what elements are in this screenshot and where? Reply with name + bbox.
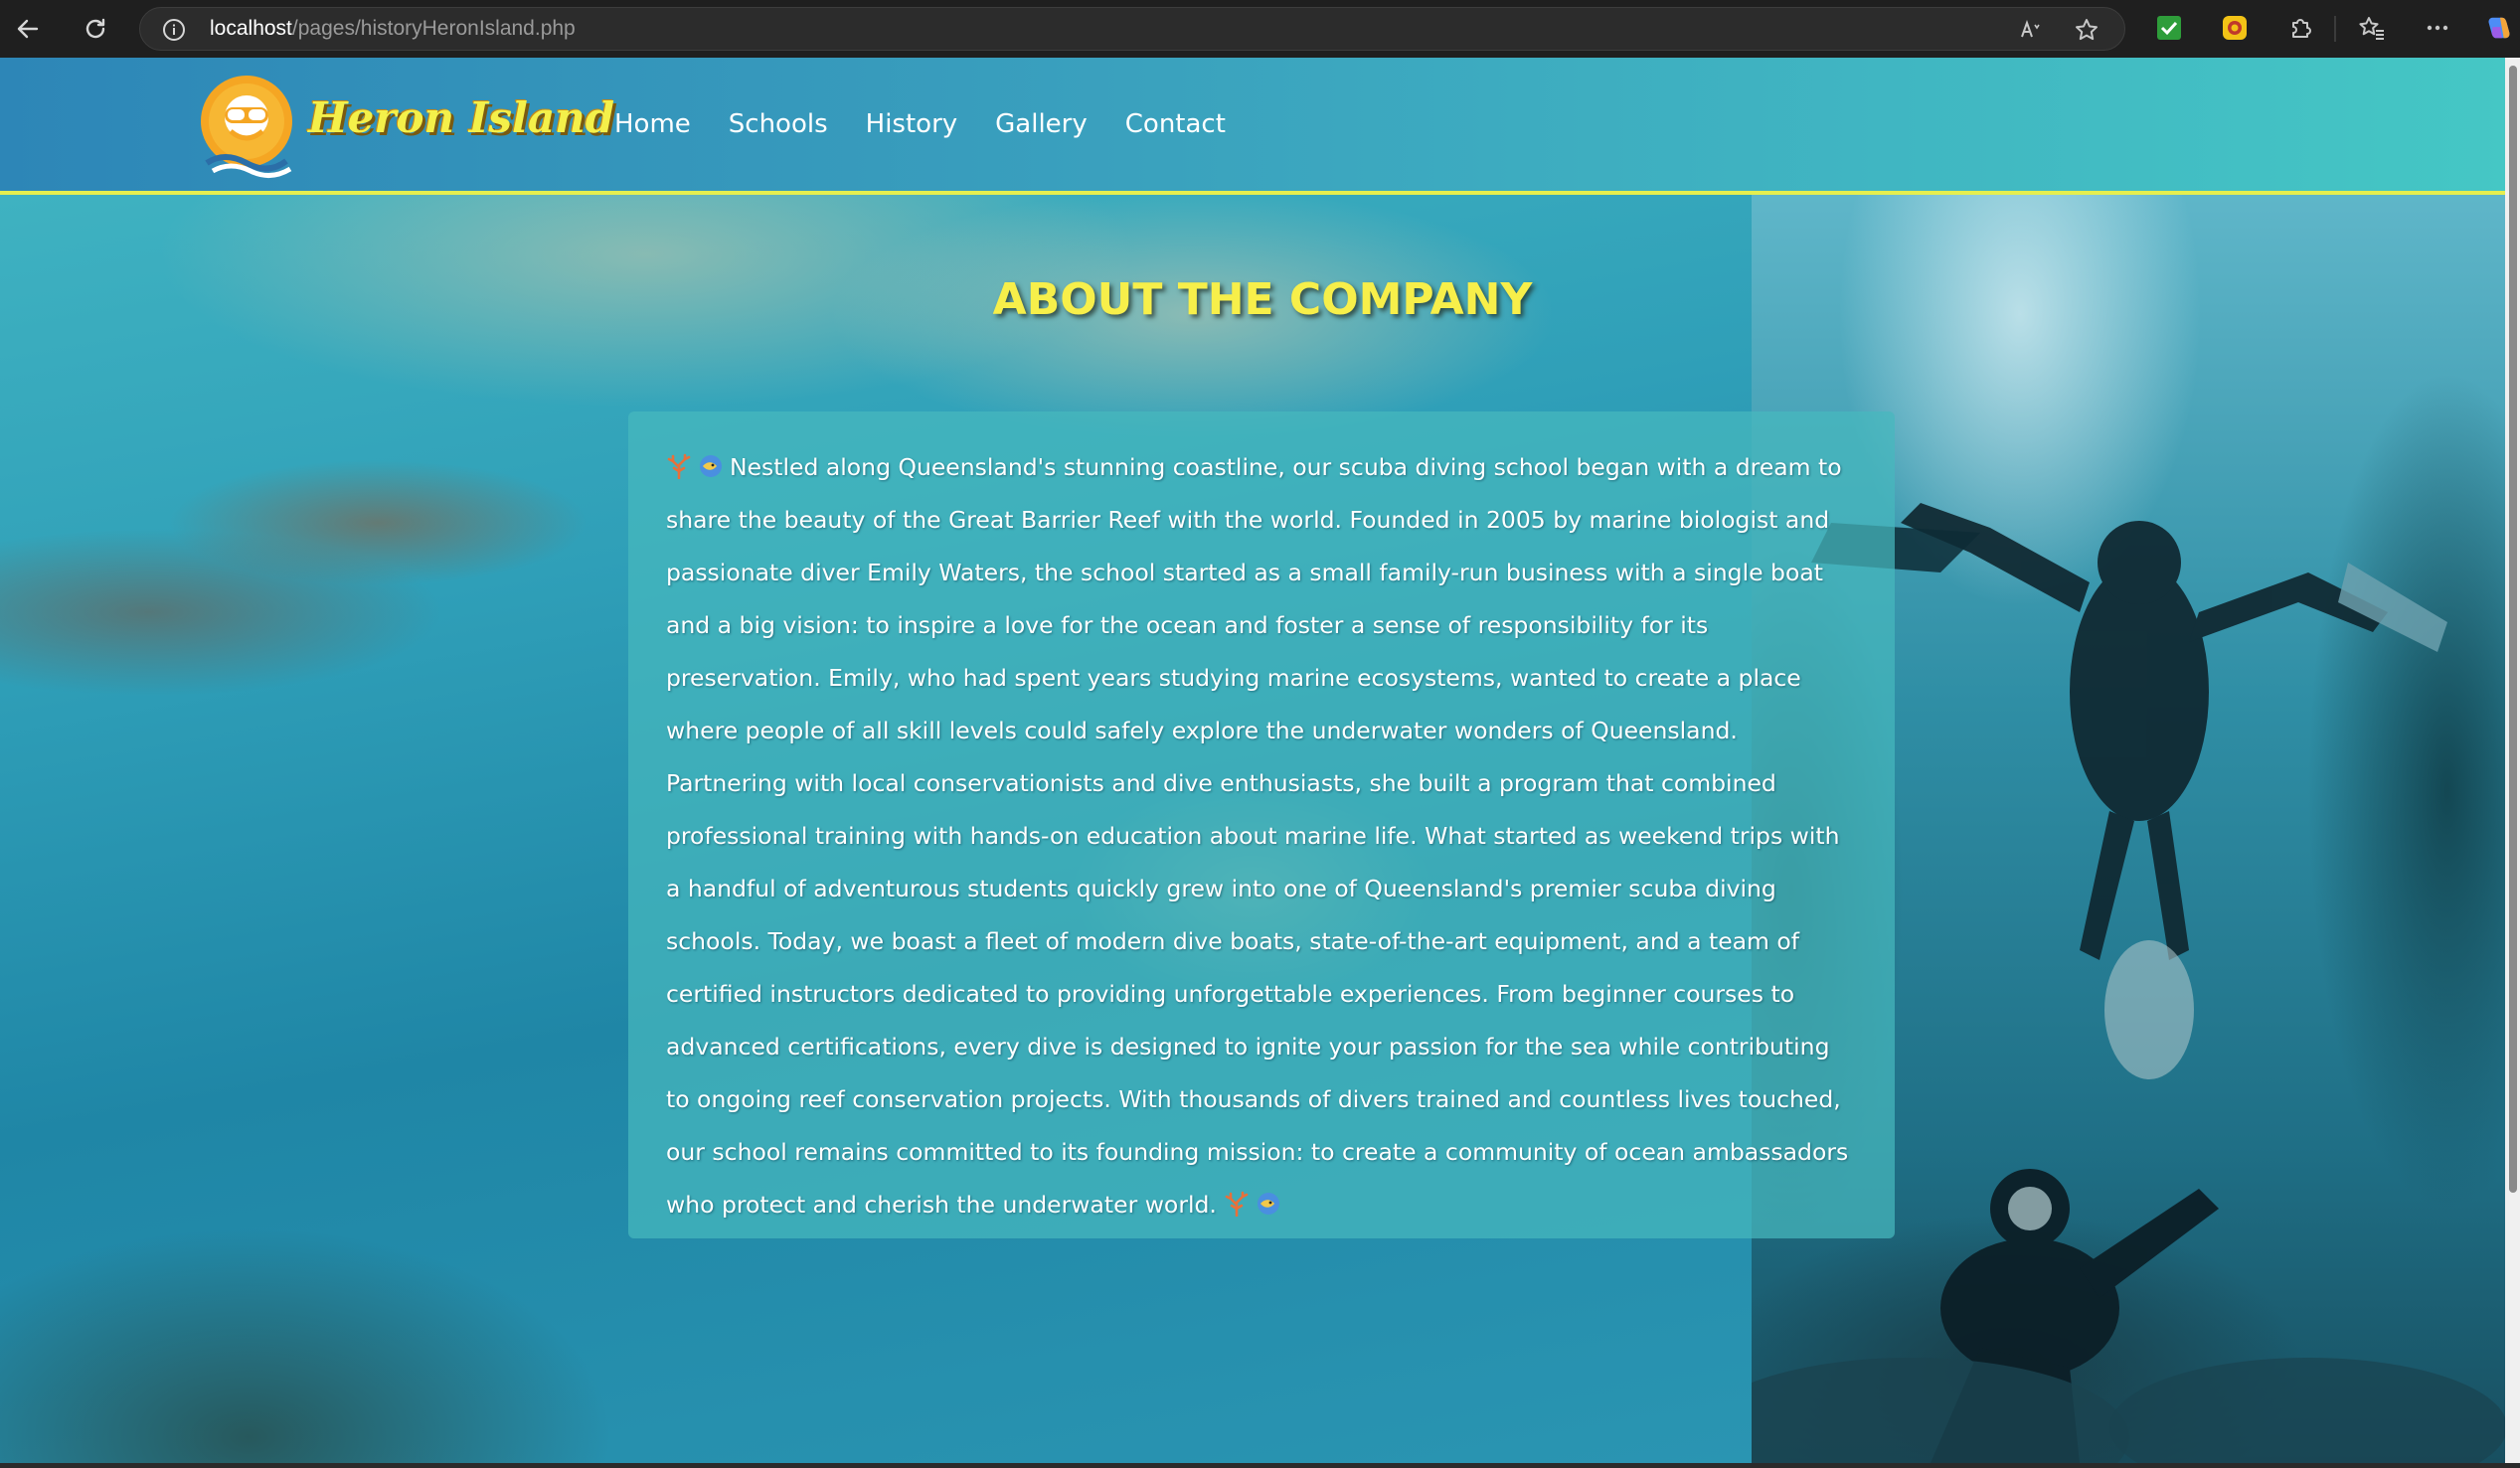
diver-sun-logo-icon[interactable] bbox=[195, 72, 298, 181]
scrollbar-thumb[interactable] bbox=[2509, 66, 2517, 1193]
read-aloud-icon[interactable] bbox=[2017, 16, 2045, 44]
site-header: Heron Island Home Schools History Galler… bbox=[0, 58, 2505, 195]
address-bar[interactable]: localhost/pages/historyHeronIsland.php bbox=[139, 7, 2125, 51]
site-logo-text[interactable]: Heron Island bbox=[308, 93, 614, 142]
copilot-icon[interactable] bbox=[2485, 14, 2513, 42]
nav-schools[interactable]: Schools bbox=[729, 109, 828, 139]
about-card: Nestled along Queensland's stunning coas… bbox=[628, 411, 1895, 1238]
nav-history[interactable]: History bbox=[866, 109, 958, 139]
more-options-icon[interactable] bbox=[2424, 14, 2451, 42]
about-paragraph-text: Nestled along Queensland's stunning coas… bbox=[666, 453, 1849, 1219]
coral-icon bbox=[1224, 1183, 1250, 1218]
toolbar-divider bbox=[2334, 16, 2336, 42]
page-title: ABOUT THE COMPANY bbox=[992, 274, 1533, 325]
browser-toolbar: localhost/pages/historyHeronIsland.php bbox=[0, 0, 2520, 58]
fish-icon bbox=[698, 445, 724, 477]
nav-gallery[interactable]: Gallery bbox=[995, 109, 1088, 139]
favorites-icon[interactable] bbox=[2358, 14, 2386, 42]
reload-icon[interactable] bbox=[78, 11, 113, 47]
extensions-puzzle-icon[interactable] bbox=[2286, 14, 2314, 42]
back-arrow-icon[interactable] bbox=[10, 11, 46, 47]
yellow-extension-icon[interactable] bbox=[2221, 14, 2249, 42]
url-path: /pages/historyHeronIsland.php bbox=[291, 17, 576, 40]
checkmark-extension-icon[interactable] bbox=[2155, 14, 2183, 42]
page-viewport: Heron Island Home Schools History Galler… bbox=[0, 58, 2505, 1463]
nav-home[interactable]: Home bbox=[614, 109, 691, 139]
fish-icon bbox=[1256, 1183, 1281, 1215]
nav-contact[interactable]: Contact bbox=[1125, 109, 1226, 139]
main-nav: Home Schools History Gallery Contact bbox=[614, 109, 1263, 139]
url-text[interactable]: localhost/pages/historyHeronIsland.php bbox=[210, 17, 576, 41]
about-paragraph: Nestled along Queensland's stunning coas… bbox=[666, 441, 1857, 1231]
coral-icon bbox=[666, 445, 692, 480]
favorite-star-icon[interactable] bbox=[2073, 16, 2100, 44]
url-host: localhost bbox=[210, 17, 292, 40]
window-bottom-edge bbox=[0, 1463, 2520, 1468]
site-info-icon[interactable] bbox=[162, 18, 186, 42]
